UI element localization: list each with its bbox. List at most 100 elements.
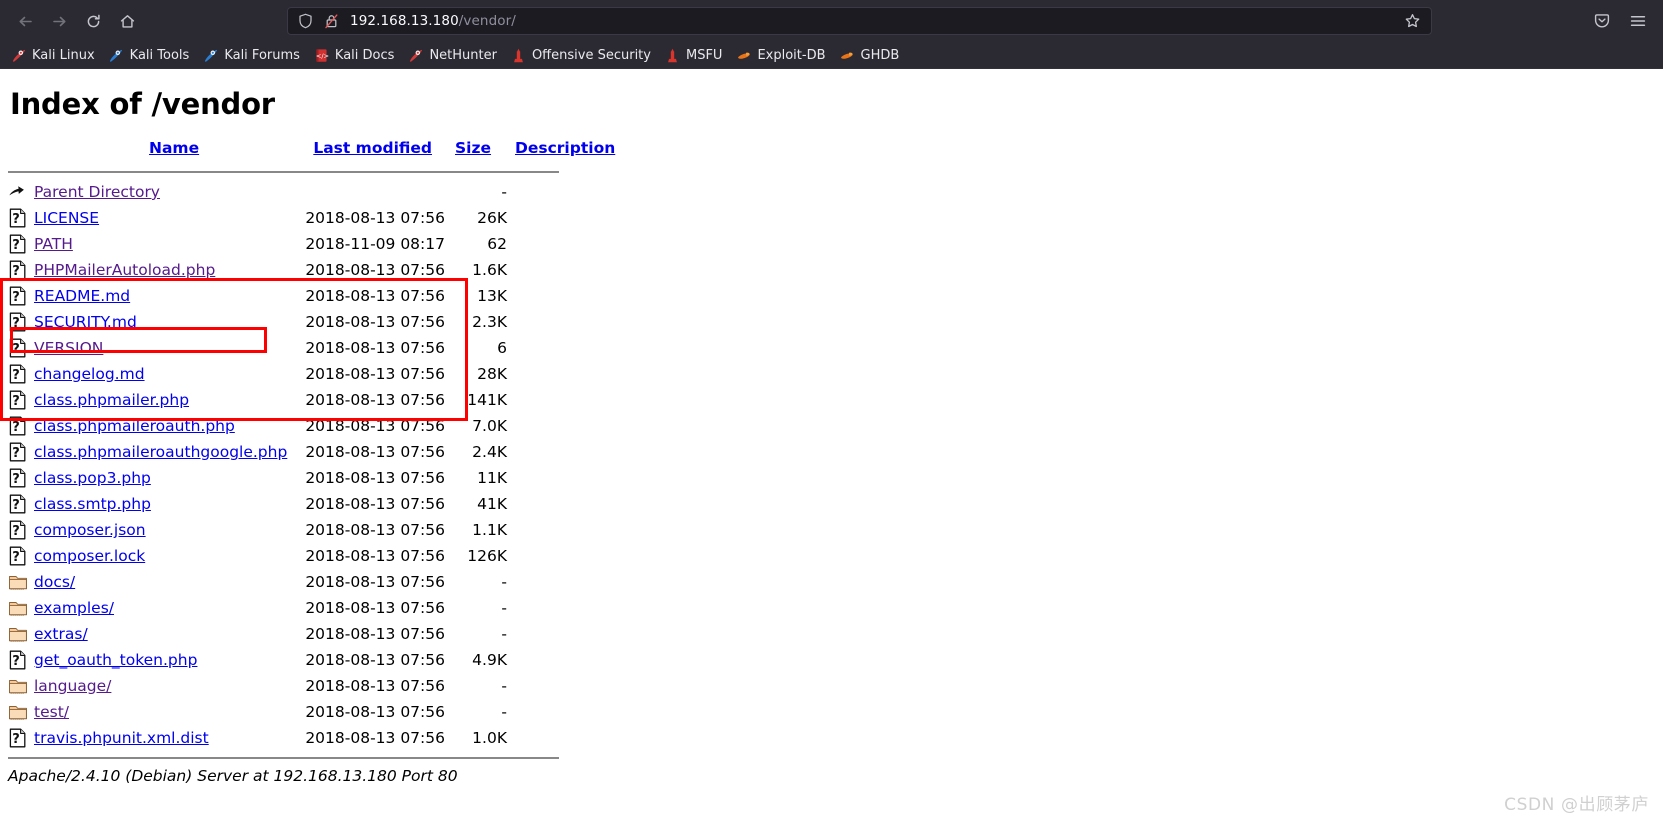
row-size-cell: 141K [467,391,507,409]
sort-by-name-link[interactable]: Name [149,139,199,157]
file-link[interactable]: composer.lock [34,547,145,565]
file-link[interactable]: changelog.md [34,365,145,383]
bookmark-ghdb[interactable]: GHDB [833,44,907,66]
row-name-cell: LICENSE [34,205,305,231]
bookmark-kali-linux[interactable]: Kali Linux [4,44,102,66]
file-link[interactable]: Parent Directory [34,183,160,201]
row-icon-cell: ? [8,231,34,257]
row-date-cell: 2018-08-13 07:56 [305,547,445,565]
unknown-file-icon: ? [8,727,34,749]
header-description[interactable]: Description [515,139,615,165]
row-name-cell: extras/ [34,621,305,647]
row-icon-cell: ? [8,387,34,413]
row-size-cell: 126K [467,547,507,565]
file-link[interactable]: examples/ [34,599,114,617]
file-link[interactable]: LICENSE [34,209,99,227]
file-link[interactable]: PATH [34,235,73,253]
bookmark-nethunter[interactable]: NetHunter [401,44,504,66]
file-link[interactable]: class.smtp.php [34,495,151,513]
bookmark-star-icon[interactable] [1404,13,1421,30]
row-description-cell [515,257,615,283]
listing-row: ? class.pop3.php 2018-08-13 07:56 11K [8,465,615,491]
row-description-cell [515,621,615,647]
row-date-cell: 2018-08-13 07:56 [305,521,445,539]
unknown-file-icon: ? [8,649,34,671]
listing-row: ? SECURITY.md 2018-08-13 07:56 2.3K [8,309,615,335]
svg-text:</>: </> [316,51,329,59]
bookmark-kali-docs[interactable]: </> Kali Docs [307,44,402,66]
sort-by-size-link[interactable]: Size [455,139,491,157]
bookmark-exploit-db[interactable]: Exploit-DB [729,44,832,66]
file-link[interactable]: PHPMailerAutoload.php [34,261,215,279]
bookmark-label: MSFU [685,47,723,63]
sort-by-description-link[interactable]: Description [515,139,615,157]
file-link[interactable]: docs/ [34,573,75,591]
watermark: CSDN @出顾茅庐 [1504,795,1649,815]
row-size-cell: 2.4K [472,443,507,461]
header-divider [8,165,615,179]
forward-button[interactable] [44,6,74,36]
listing-row: language/2018-08-13 07:56 - [8,673,615,699]
row-size-cell: - [501,625,507,643]
bookmark-kali-forums[interactable]: Kali Forums [196,44,307,66]
row-date-cell: 2018-08-13 07:56 [305,417,445,435]
toolbar-right-icons [1581,6,1653,36]
file-link[interactable]: class.pop3.php [34,469,151,487]
file-link[interactable]: language/ [34,677,111,695]
unknown-file-icon: ? [8,311,34,333]
row-description-cell [515,465,615,491]
file-link[interactable]: SECURITY.md [34,313,137,331]
row-icon-cell: ? [8,517,34,543]
row-icon-cell: ? [8,439,34,465]
file-link[interactable]: README.md [34,287,130,305]
exploit-tower-icon [665,47,681,63]
file-link[interactable]: VERSION [34,339,103,357]
row-size-cell: 28K [477,365,507,383]
reload-button[interactable] [78,6,108,36]
lock-crossed-icon[interactable] [324,13,339,29]
listing-row: ? travis.phpunit.xml.dist 2018-08-13 07:56… [8,725,615,751]
row-description-cell [515,543,615,569]
listing-row: ? composer.lock 2018-08-13 07:56 126K [8,543,615,569]
row-size-cell: 2.3K [472,313,507,331]
pocket-icon[interactable] [1587,6,1617,36]
file-link[interactable]: class.phpmaileroauth.php [34,417,235,435]
file-link[interactable]: travis.phpunit.xml.dist [34,729,209,747]
file-link[interactable]: class.phpmaileroauthgoogle.php [34,443,287,461]
sort-by-date-link[interactable]: Last modified [313,139,432,157]
row-description-cell [515,205,615,231]
bookmark-label: Kali Docs [334,47,395,63]
back-button[interactable] [10,6,40,36]
row-description-cell [515,569,615,595]
kali-dragon-blue-icon [109,47,125,63]
home-button[interactable] [112,6,142,36]
file-link[interactable]: composer.json [34,521,146,539]
file-link[interactable]: class.phpmailer.php [34,391,189,409]
row-description-cell [515,491,615,517]
file-link[interactable]: get_oauth_token.php [34,651,197,669]
address-bar[interactable]: 192.168.13.180/vendor/ [287,7,1432,35]
hamburger-menu-icon[interactable] [1623,6,1653,36]
header-last-modified[interactable]: Last modified [305,139,455,165]
svg-text:?: ? [12,368,20,383]
svg-text:?: ? [12,420,20,435]
bookmark-msfu[interactable]: MSFU [658,44,729,66]
row-description-cell [515,283,615,309]
listing-row: ? class.phpmailer.php 2018-08-13 07:56 141K [8,387,615,413]
header-size[interactable]: Size [455,139,515,165]
directory-listing-body: Parent Directory -? LICENSE 2018-08-13 07:5… [8,179,615,751]
file-link[interactable]: extras/ [34,625,88,643]
row-name-cell: composer.json [34,517,305,543]
listing-row: ? PHPMailerAutoload.php 2018-08-13 07:56 1.… [8,257,615,283]
listing-row: ? get_oauth_token.php 2018-08-13 07:56 4.9K [8,647,615,673]
url-path: /vendor/ [458,13,516,29]
bookmark-offensive-security[interactable]: Offensive Security [504,44,658,66]
row-description-cell [515,387,615,413]
folder-icon [8,571,34,593]
row-name-cell: docs/ [34,569,305,595]
file-link[interactable]: test/ [34,703,69,721]
shield-icon[interactable] [298,13,313,29]
header-name[interactable]: Name [34,139,305,165]
row-date-cell: 2018-08-13 07:56 [305,313,445,331]
bookmark-kali-tools[interactable]: Kali Tools [102,44,197,66]
